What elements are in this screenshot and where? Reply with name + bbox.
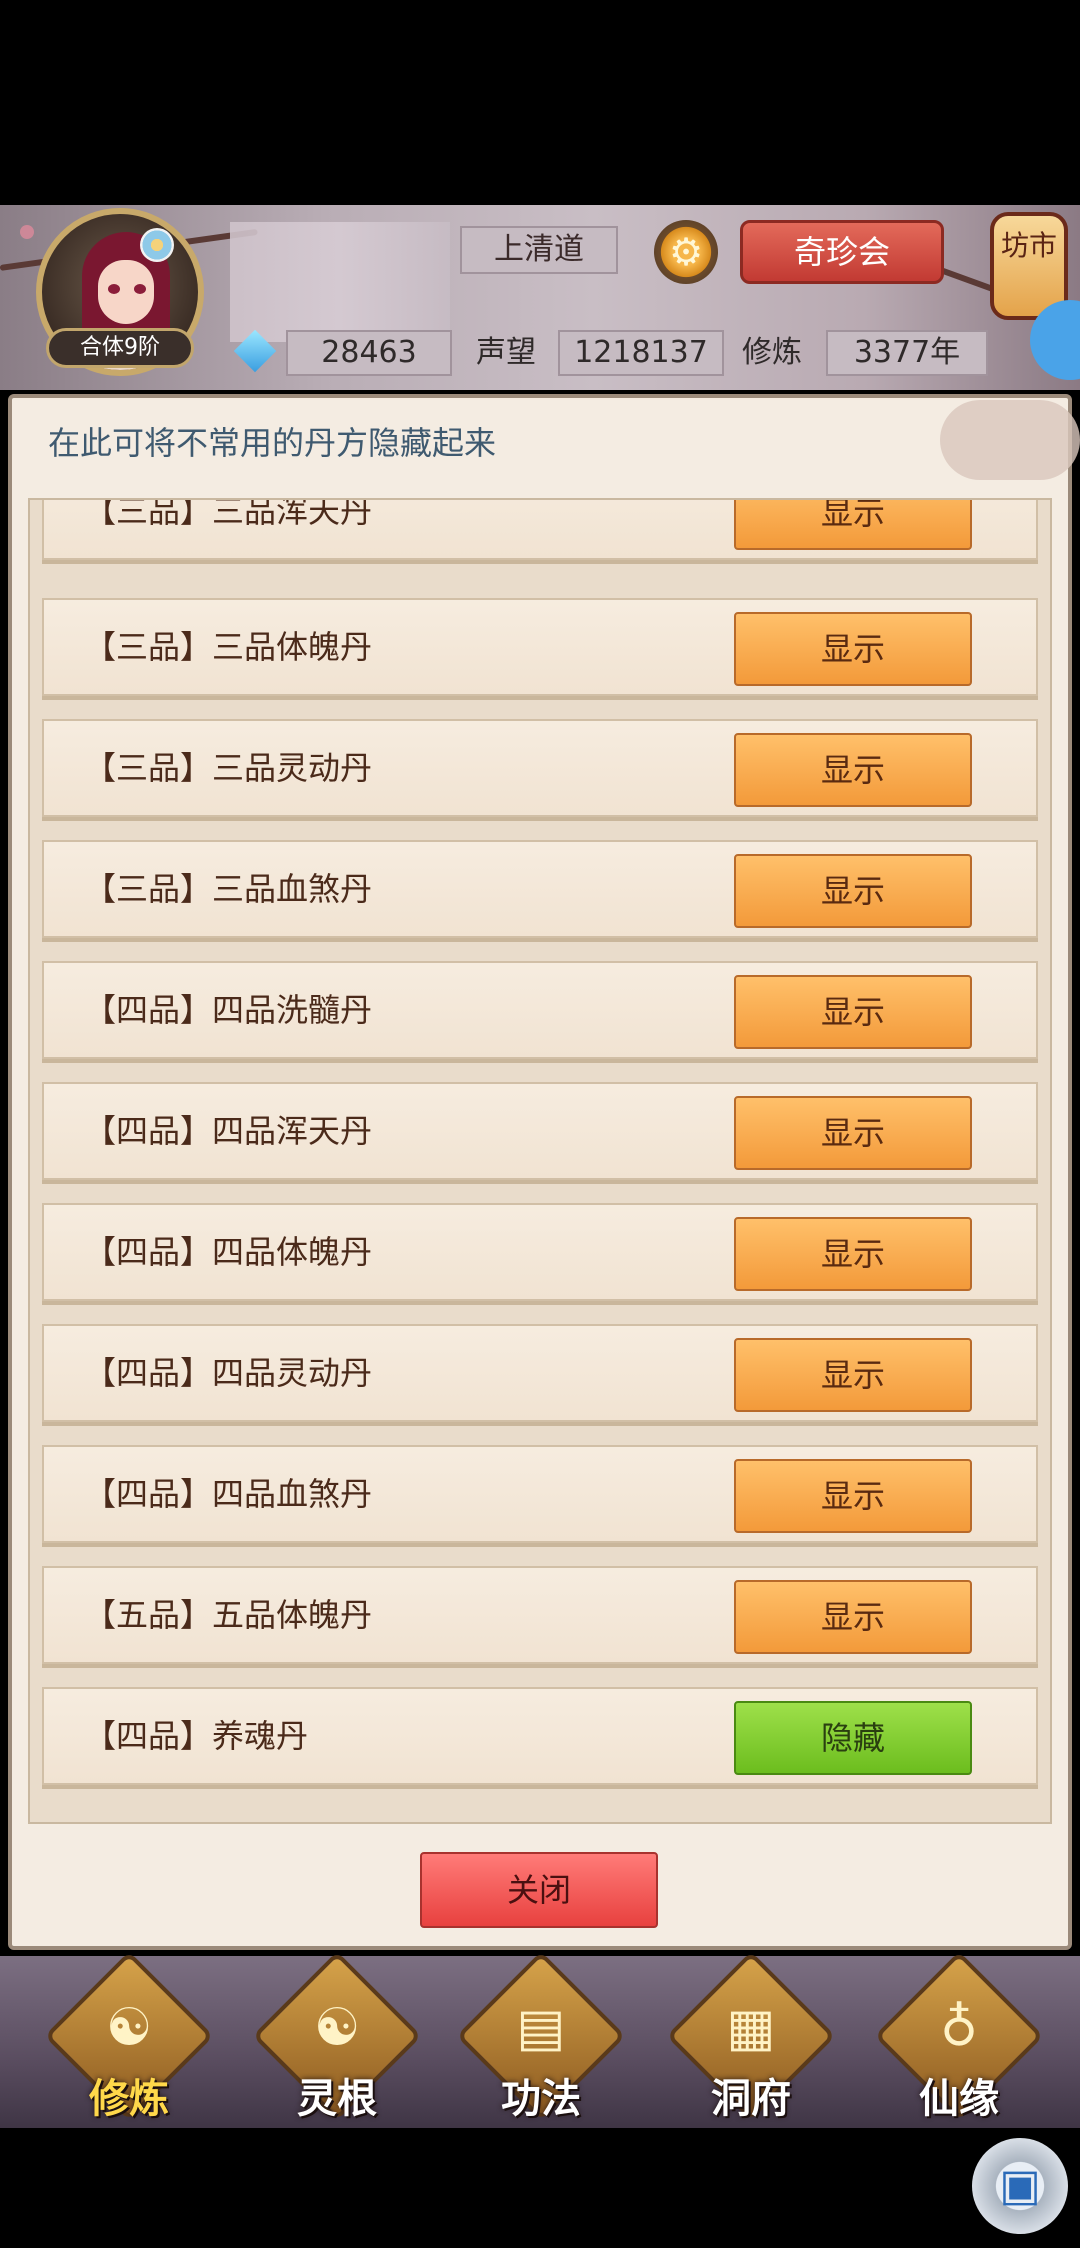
recipe-row: 【四品】养魂丹 隐藏 <box>42 1687 1038 1785</box>
recipe-grade: 【三品】 <box>84 628 213 666</box>
top-black-bar <box>0 0 1080 205</box>
nav-item[interactable]: ☯ 灵根 <box>252 1951 422 2122</box>
hide-button[interactable]: 隐藏 <box>734 1701 972 1775</box>
recipe-name: 五品体魄丹 <box>212 1596 373 1634</box>
recipe-grade: 【四品】 <box>84 1717 213 1755</box>
recipe-row: 【三品】三品血煞丹 显示 <box>42 840 1038 938</box>
recipe-name: 四品浑天丹 <box>212 1112 373 1150</box>
show-button[interactable]: 显示 <box>734 1459 972 1533</box>
show-button[interactable]: 显示 <box>734 975 972 1049</box>
nav-glyph: ▦ <box>726 1998 776 2058</box>
show-button[interactable]: 显示 <box>734 1580 972 1654</box>
recipe-label: 【四品】四品浑天丹 <box>84 1084 372 1178</box>
recipe-grade: 【三品】 <box>84 749 213 787</box>
recipe-row: 【四品】四品灵动丹 显示 <box>42 1324 1038 1422</box>
recipe-row: 【三品】三品浑天丹 显示 <box>42 498 1038 560</box>
panel-instruction: 在此可将不常用的丹方隐藏起来 <box>48 424 497 462</box>
recipe-row: 【四品】四品洗髓丹 显示 <box>42 961 1038 1059</box>
recipe-row: 【四品】四品血煞丹 显示 <box>42 1445 1038 1543</box>
nav-item[interactable]: ▤ 功法 <box>456 1951 626 2122</box>
recipe-grade: 【四品】 <box>84 1112 213 1150</box>
nav-label: 仙缘 <box>919 2076 999 2122</box>
recipe-name: 四品血煞丹 <box>212 1475 373 1513</box>
nav-glyph: ☯ <box>105 1998 153 2058</box>
nav-label: 功法 <box>501 2076 581 2122</box>
close-button[interactable]: 关闭 <box>420 1852 658 1928</box>
nav-item[interactable]: ♁ 仙缘 <box>874 1951 1044 2122</box>
blossom-decoration <box>20 225 34 239</box>
recipe-label: 【四品】四品灵动丹 <box>84 1326 372 1420</box>
recipe-label: 【四品】四品体魄丹 <box>84 1205 372 1299</box>
cultivation-label: 修炼 <box>742 335 802 370</box>
recipe-label: 【四品】四品血煞丹 <box>84 1447 372 1541</box>
recipe-row: 【三品】三品灵动丹 显示 <box>42 719 1038 817</box>
recipe-name: 三品浑天丹 <box>212 498 373 530</box>
hair-flower-icon <box>140 228 174 262</box>
nav-glyph: ☯ <box>313 1998 361 2058</box>
reputation-value: 1218137 <box>558 330 724 376</box>
recipe-row: 【四品】四品浑天丹 显示 <box>42 1082 1038 1180</box>
bottom-black-bar <box>0 2128 1080 2248</box>
show-button[interactable]: 显示 <box>734 733 972 807</box>
recipe-row: 【四品】四品体魄丹 显示 <box>42 1203 1038 1301</box>
show-button[interactable]: 显示 <box>734 1096 972 1170</box>
blurred-player-name <box>230 222 450 342</box>
nav-item[interactable]: ☯ 修炼 <box>44 1951 214 2122</box>
treasure-fair-button[interactable]: 奇珍会 <box>740 220 944 284</box>
show-button[interactable]: 显示 <box>734 854 972 928</box>
recipe-grade: 【四品】 <box>84 1475 213 1513</box>
recipe-label: 【五品】五品体魄丹 <box>84 1568 372 1662</box>
recipe-label: 【四品】养魂丹 <box>84 1689 308 1783</box>
nav-glyph: ▤ <box>516 1998 566 2058</box>
recipe-name: 三品灵动丹 <box>212 749 373 787</box>
recipe-grade: 【三品】 <box>84 498 213 530</box>
recipe-grade: 【四品】 <box>84 1233 213 1271</box>
gear-icon[interactable]: ⚙ <box>654 220 718 284</box>
recipe-name: 四品洗髓丹 <box>212 991 373 1029</box>
avatar-eye <box>108 284 120 294</box>
recipe-grade: 【五品】 <box>84 1596 213 1634</box>
recipe-name: 养魂丹 <box>212 1717 309 1755</box>
cube-icon[interactable]: ▣ <box>972 2138 1068 2234</box>
nav-item[interactable]: ▦ 洞府 <box>666 1951 836 2122</box>
show-button[interactable]: 显示 <box>734 500 972 550</box>
recipe-grade: 【四品】 <box>84 991 213 1029</box>
show-button[interactable]: 显示 <box>734 1338 972 1412</box>
recipe-label: 【三品】三品血煞丹 <box>84 842 372 936</box>
recipe-name: 三品体魄丹 <box>212 628 373 666</box>
recipe-name: 三品血煞丹 <box>212 870 373 908</box>
nav-glyph: ♁ <box>939 1998 979 2058</box>
cultivation-value: 3377年 <box>826 330 988 376</box>
recipe-grade: 【三品】 <box>84 870 213 908</box>
avatar-face <box>98 260 154 324</box>
show-button[interactable]: 显示 <box>734 612 972 686</box>
nav-label: 洞府 <box>711 2076 791 2122</box>
avatar-eye <box>134 284 146 294</box>
sect-name: 上清道 <box>460 226 618 274</box>
recipe-label: 【三品】三品浑天丹 <box>84 498 373 558</box>
cloud-decoration <box>940 400 1080 480</box>
show-button[interactable]: 显示 <box>734 1217 972 1291</box>
recipe-list[interactable]: 【三品】三品浑天丹 显示 【三品】三品体魄丹 显示 【三品】三品灵动丹 显示 【三品】三品血… <box>28 498 1052 1824</box>
nav-label: 修炼 <box>89 2076 169 2122</box>
recipe-row: 【五品】五品体魄丹 显示 <box>42 1566 1038 1664</box>
recipe-row: 【三品】三品体魄丹 显示 <box>42 598 1038 696</box>
recipe-grade: 【四品】 <box>84 1354 213 1392</box>
recipe-label: 【三品】三品灵动丹 <box>84 721 372 815</box>
recipe-name: 四品灵动丹 <box>212 1354 373 1392</box>
rank-badge: 合体9阶 <box>46 328 194 368</box>
recipe-label: 【四品】四品洗髓丹 <box>84 963 372 1057</box>
nav-label: 灵根 <box>297 2076 377 2122</box>
recipe-label: 【三品】三品体魄丹 <box>84 600 372 694</box>
spirit-stone-count: 28463 <box>286 330 452 376</box>
recipe-name: 四品体魄丹 <box>212 1233 373 1271</box>
reputation-label: 声望 <box>476 335 536 370</box>
